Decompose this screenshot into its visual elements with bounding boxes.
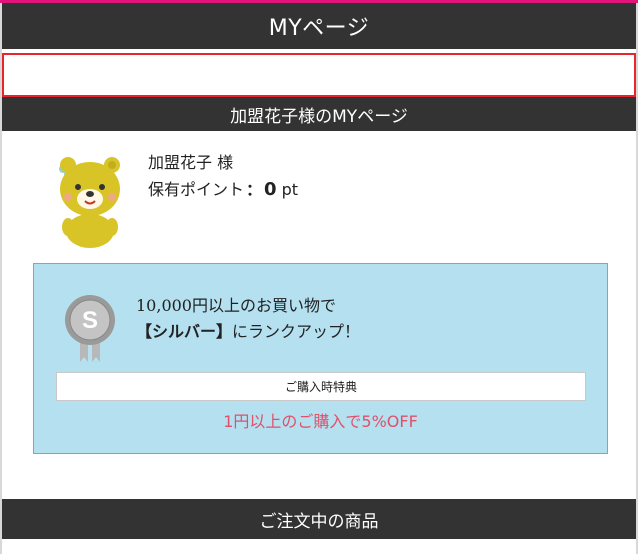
- points-label: 保有ポイント: [148, 180, 245, 199]
- benefit-label-box: ご購入時特典: [56, 372, 586, 401]
- orders-section-header: ご注文中の商品: [2, 499, 636, 539]
- page-title: MYページ: [268, 16, 370, 41]
- points-value: 0: [264, 179, 277, 200]
- silver-medal-icon: S: [65, 295, 115, 362]
- profile-section: 加盟花子 様 保有ポイント ： 0 pt: [2, 131, 636, 261]
- member-section-title: 加盟花子様のMYページ: [230, 106, 408, 127]
- points-colon: ：: [246, 180, 263, 199]
- bear-mascot-icon: [59, 157, 120, 248]
- rank-condition-text: 10,000円以上のお買い物で: [136, 296, 336, 315]
- rank-name: 【シルバー】: [136, 322, 233, 341]
- svg-text:S: S: [82, 307, 98, 334]
- benefit-label: ご購入時特典: [284, 380, 357, 394]
- rank-up-card: S 10,000円以上のお買い物で 【シルバー】にランクアップ！ ご購入時特典 …: [33, 263, 608, 454]
- points-unit: pt: [281, 180, 298, 199]
- page-header: MYページ: [2, 3, 636, 49]
- benefit-description: 1円以上のご購入で5%OFF: [223, 412, 418, 431]
- orders-section-title: ご注文中の商品: [259, 511, 379, 532]
- mypage-container: MYページ 加盟花子様のMYページ 加盟花子 様 保有ポイント ： 0 pt S…: [2, 3, 636, 554]
- rank-suffix: にランクアップ！: [232, 322, 361, 341]
- points-row: 保有ポイント ： 0 pt: [148, 176, 298, 200]
- rank-target-text: 【シルバー】にランクアップ！: [136, 318, 360, 342]
- member-name: 加盟花子 様: [148, 153, 234, 172]
- member-section-header: 加盟花子様のMYページ: [2, 97, 636, 131]
- notice-box: [2, 53, 636, 97]
